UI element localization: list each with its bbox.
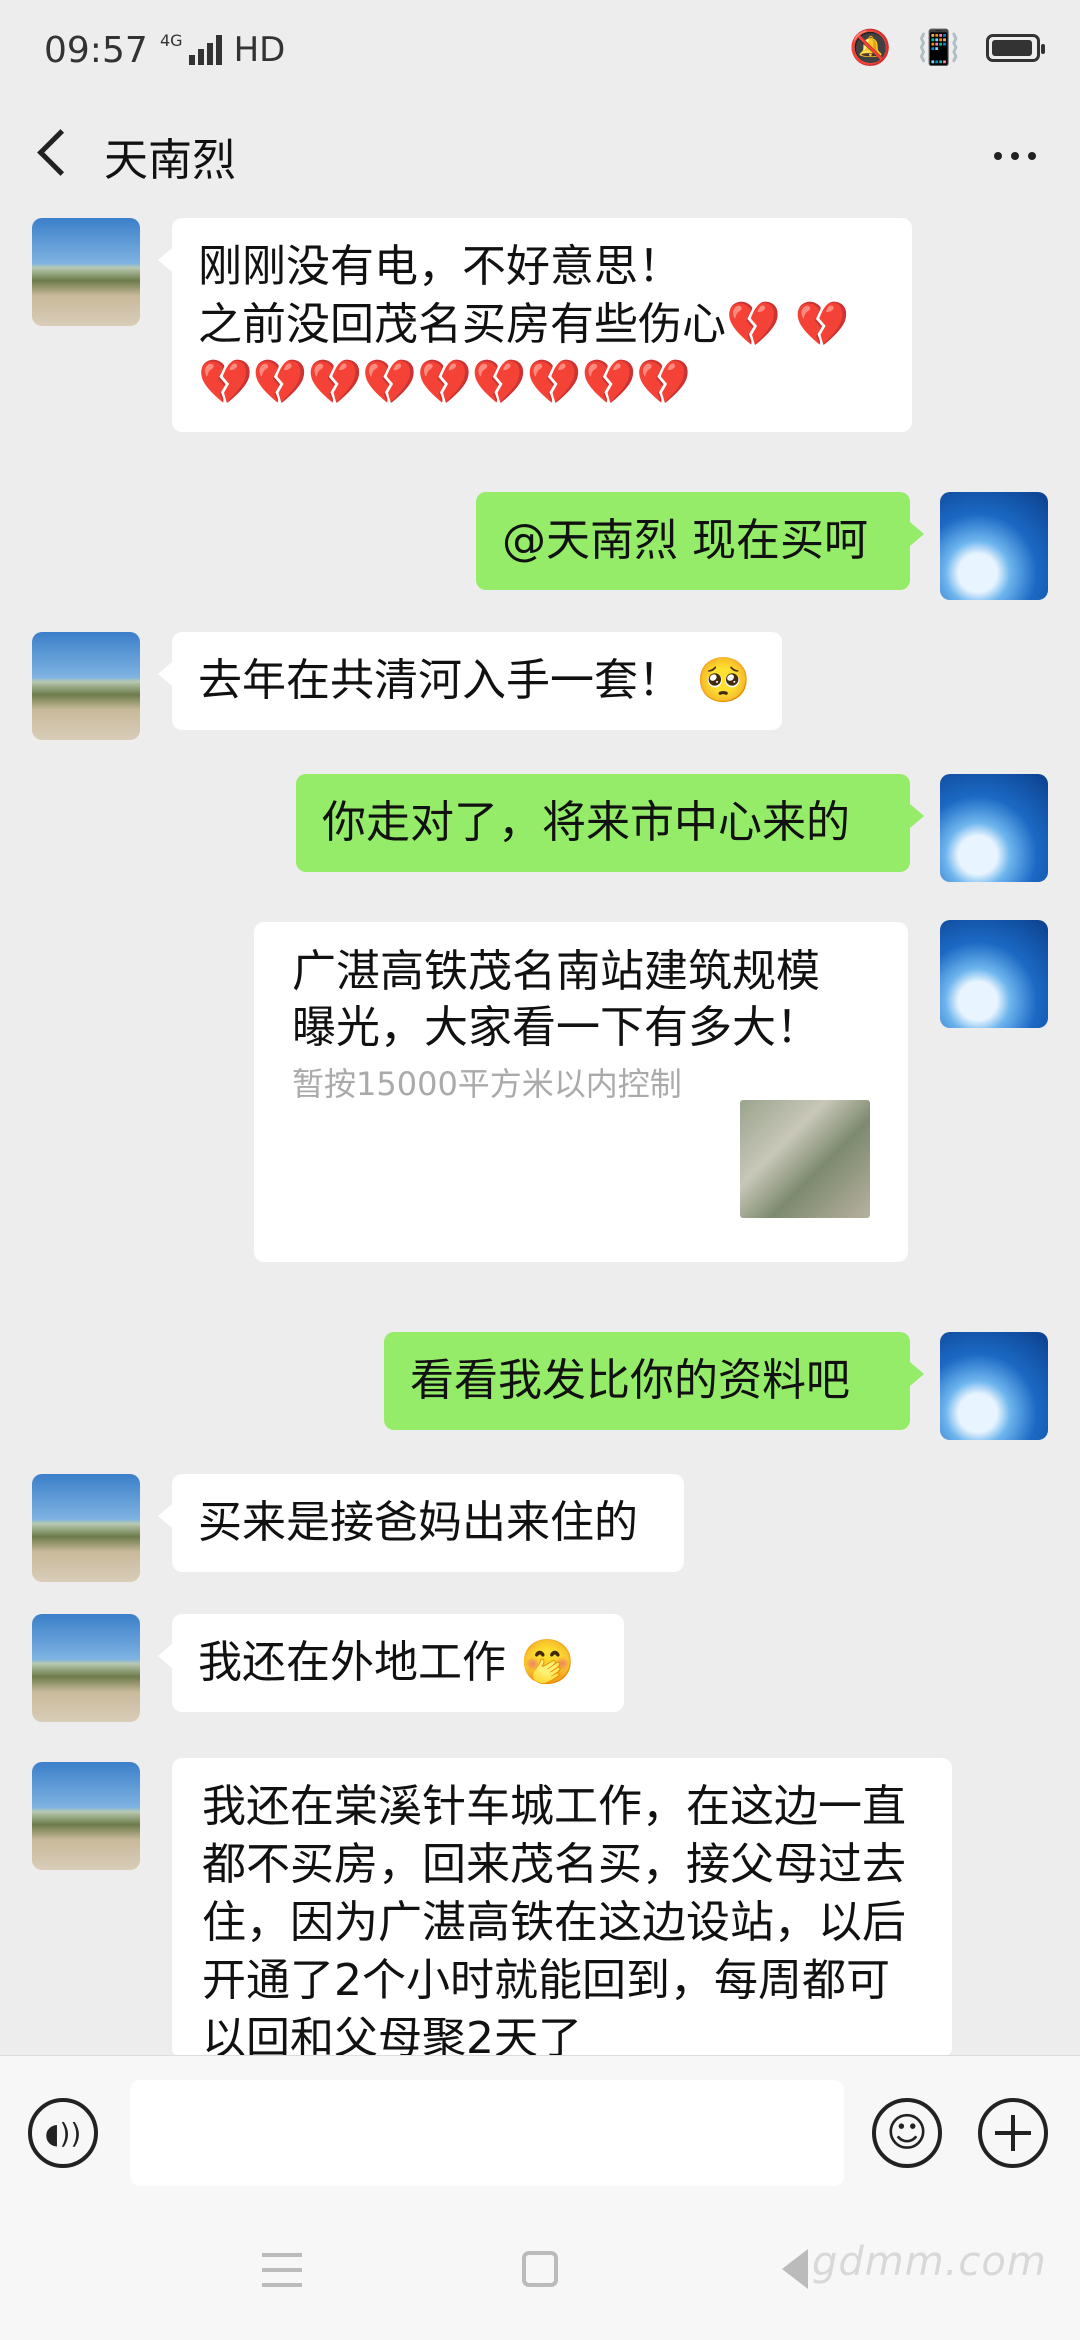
link-card-thumbnail [740, 1100, 870, 1218]
contact-avatar[interactable] [32, 1614, 140, 1722]
hd-label: HD [233, 30, 286, 70]
back-triangle-icon[interactable] [782, 2249, 808, 2289]
network-indicator: 4G HD [160, 30, 285, 70]
mute-icon: 🔕 [849, 28, 892, 68]
more-dots-icon[interactable] [980, 126, 1050, 186]
message-bubble[interactable]: 买来是接爸妈出来住的 [158, 1474, 684, 1572]
my-avatar[interactable] [940, 1332, 1048, 1440]
message-bubble[interactable]: @天南烈 现在买呵 [476, 492, 924, 590]
my-avatar[interactable] [940, 492, 1048, 600]
watermark: gdmm.com [812, 2239, 1047, 2285]
message-bubble[interactable]: 你走对了，将来市中心来的 [296, 774, 924, 872]
status-bar: 09:57 4G HD 🔕 📳 [0, 0, 1080, 110]
contact-avatar[interactable] [32, 1474, 140, 1582]
contact-avatar[interactable] [32, 218, 140, 326]
plus-icon[interactable] [978, 2098, 1048, 2168]
network-type: 4G [160, 30, 183, 50]
back-button[interactable] [30, 126, 82, 178]
my-avatar[interactable] [940, 920, 1048, 1028]
system-nav-bar: gdmm.com [0, 2215, 1080, 2340]
emoji-icon[interactable]: ☺ [872, 2098, 942, 2168]
input-bar: ◖)) ☺ [0, 2055, 1080, 2216]
message-bubble[interactable]: 我还在外地工作 🤭 [158, 1614, 624, 1712]
chat-title: 天南烈 [104, 135, 236, 186]
home-icon[interactable] [522, 2251, 558, 2287]
message-input[interactable] [130, 2080, 844, 2186]
message-bubble[interactable]: 我还在棠溪针车城工作，在这边一直都不买房，回来茂名买，接父母过去住，因为广湛高铁… [172, 1758, 952, 2058]
vibrate-icon: 📳 [917, 28, 960, 68]
chat-header: 天南烈 [0, 110, 1080, 200]
link-card-title: 广湛高铁茂名南站建筑规模曝光，大家看一下有多大！ [292, 946, 820, 1053]
contact-avatar[interactable] [32, 1762, 140, 1870]
link-card[interactable]: 广湛高铁茂名南站建筑规模曝光，大家看一下有多大！ 暂按15000平方米以内控制 [254, 922, 908, 1262]
contact-avatar[interactable] [32, 632, 140, 740]
status-time: 09:57 [44, 30, 148, 71]
voice-icon[interactable]: ◖)) [28, 2098, 98, 2168]
my-avatar[interactable] [940, 774, 1048, 882]
signal-icon [188, 35, 222, 65]
message-bubble[interactable]: 刚刚没有电，不好意思！ 之前没回茂名买房有些伤心💔 💔 💔💔💔💔💔💔💔💔💔 [158, 218, 912, 432]
message-bubble[interactable]: 看看我发比你的资料吧 [384, 1332, 924, 1430]
menu-icon[interactable] [262, 2253, 302, 2287]
message-bubble[interactable]: 去年在共清河入手一套！ 🥺 [158, 632, 782, 730]
battery-icon [986, 34, 1045, 62]
